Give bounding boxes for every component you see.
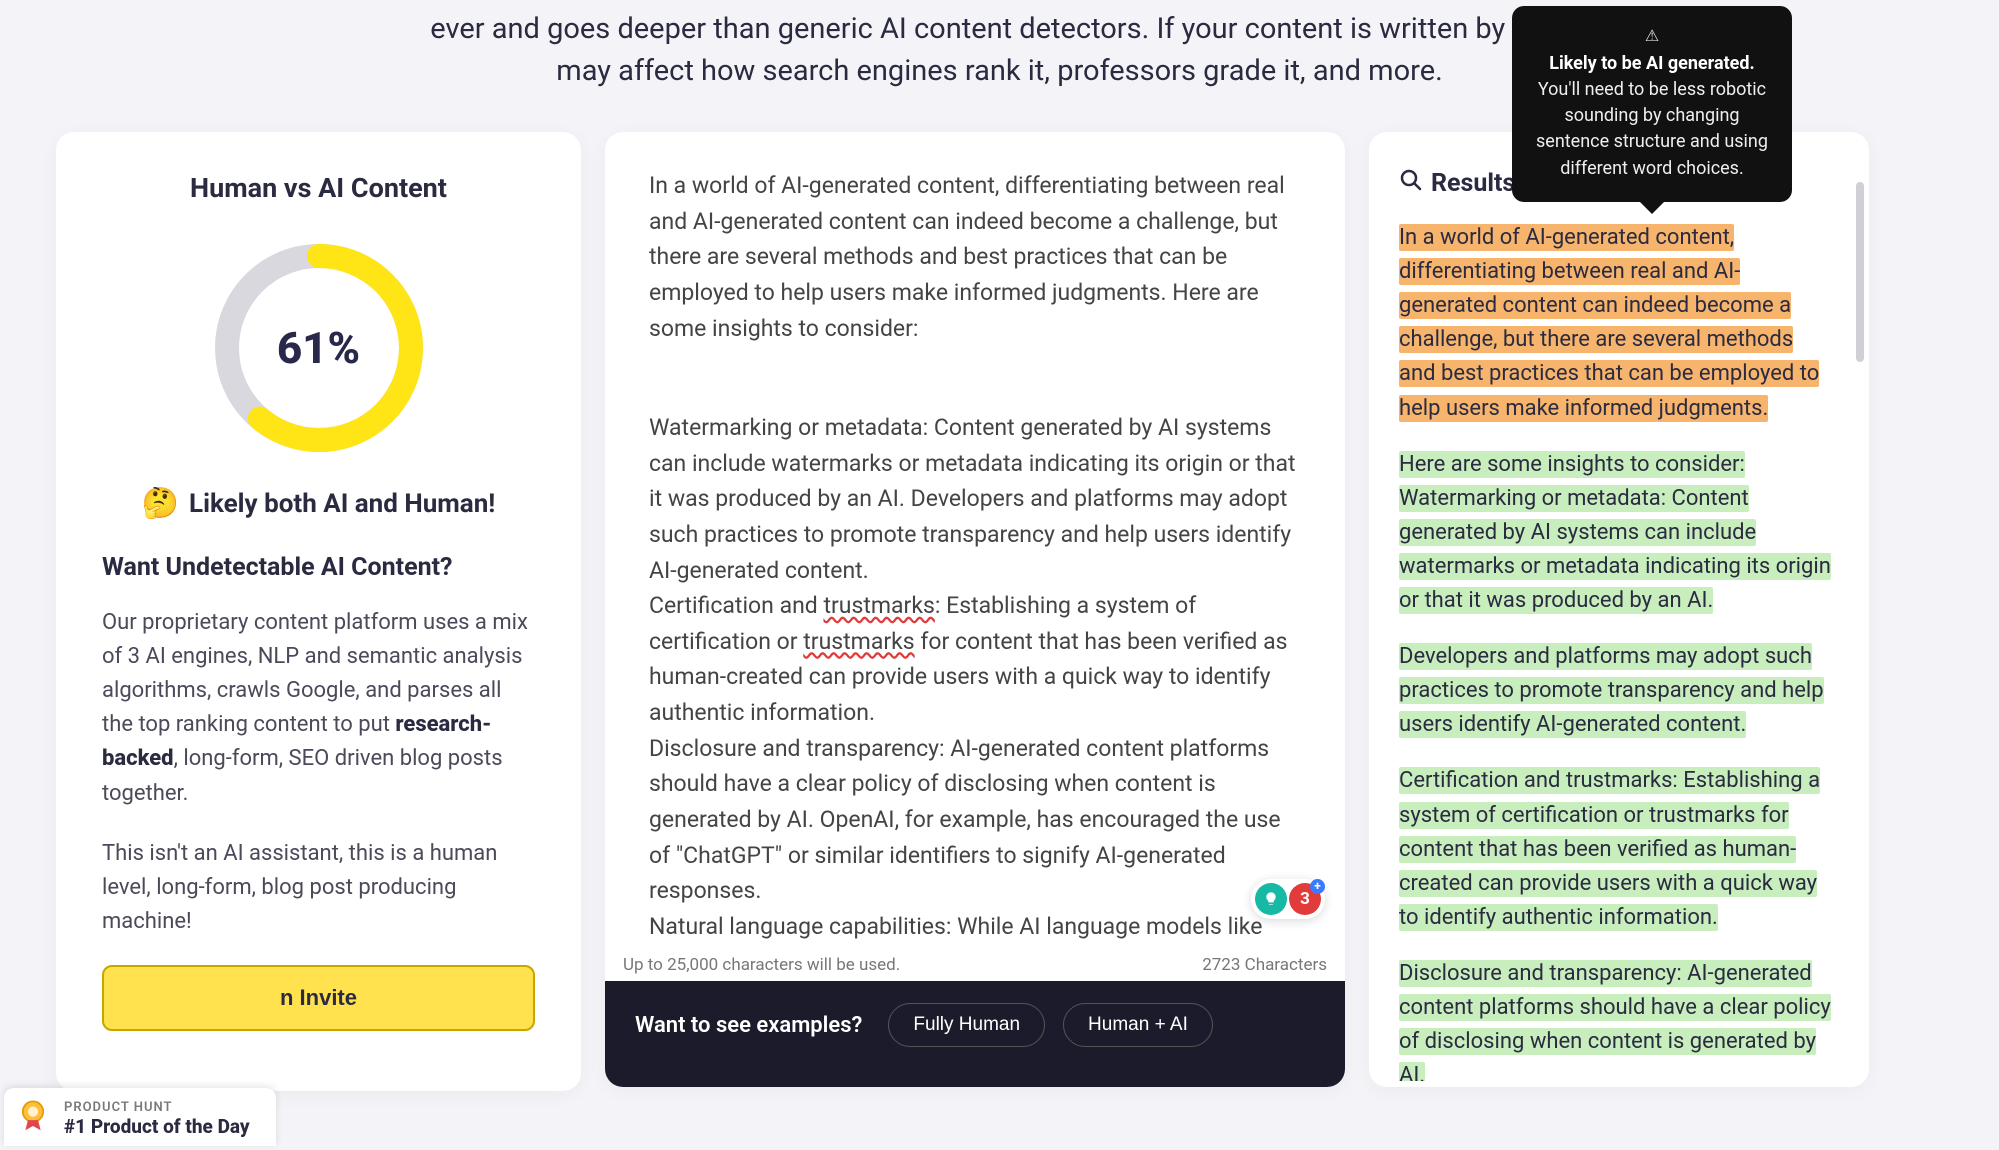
result-segment-ai[interactable]: In a world of AI-generated content, diff… [1399, 224, 1819, 421]
undetectable-heading: Want Undetectable AI Content? [102, 553, 535, 582]
hero-line-2: may affect how search engines rank it, p… [556, 54, 1442, 88]
content-textarea[interactable]: In a world of AI-generated content, diff… [605, 132, 1345, 949]
product-hunt-badge[interactable]: PRODUCT HUNT #1 Product of the Day [4, 1088, 276, 1146]
lightbulb-icon[interactable] [1255, 883, 1287, 915]
search-icon [1399, 168, 1423, 199]
assistant-bubble[interactable]: 3 [1251, 879, 1325, 919]
char-count: 2723 Characters [1202, 955, 1327, 975]
promo-paragraph-1: Our proprietary content platform uses a … [102, 606, 535, 811]
editor-p2-a: Watermarking or metadata: Content genera… [649, 414, 1296, 619]
promo-paragraph-2: This isn't an AI assistant, this is a hu… [102, 837, 535, 939]
verdict-line: 🤔 Likely both AI and Human! [102, 486, 535, 521]
warning-icon: ⚠ [1532, 24, 1772, 47]
ph-line-2: #1 Product of the Day [64, 1115, 250, 1138]
hero-line-1: ever and goes deeper than generic AI con… [430, 12, 1568, 46]
score-heading: Human vs AI Content [102, 172, 535, 204]
score-donut: 61% [209, 238, 429, 458]
character-bar: Up to 25,000 characters will be used. 27… [605, 949, 1345, 981]
editor-card: In a world of AI-generated content, diff… [605, 132, 1345, 1087]
score-percent: 61% [209, 238, 429, 458]
results-body[interactable]: In a world of AI-generated content, diff… [1399, 221, 1839, 1081]
result-segment-human[interactable]: Here are some insights to consider: Wate… [1399, 451, 1831, 614]
spellcheck-underline[interactable]: trustmarks [823, 592, 934, 619]
examples-bar: Want to see examples? Fully Human Human … [605, 981, 1345, 1087]
ph-line-1: PRODUCT HUNT [64, 1100, 250, 1115]
verdict-text: Likely both AI and Human! [189, 489, 495, 519]
tooltip-title: Likely to be AI generated. [1549, 53, 1755, 74]
suggestion-count-icon[interactable]: 3 [1289, 883, 1321, 915]
result-segment-human[interactable]: Developers and platforms may adopt such … [1399, 643, 1824, 738]
invite-button[interactable]: n Invite [102, 965, 535, 1031]
examples-lead: Want to see examples? [635, 1013, 862, 1038]
ai-likelihood-tooltip: ⚠ Likely to be AI generated. You'll need… [1512, 6, 1792, 202]
result-segment-human[interactable]: Disclosure and transparency: AI-generate… [1399, 960, 1831, 1081]
char-limit-note: Up to 25,000 characters will be used. [623, 955, 900, 975]
medal-icon [16, 1098, 50, 1132]
editor-p2-c: for content that has been verified as hu… [649, 628, 1287, 940]
score-card: Human vs AI Content 61% 🤔 Likely both AI… [56, 132, 581, 1091]
tooltip-body: You'll need to be less robotic sounding … [1536, 79, 1768, 178]
example-human-ai-button[interactable]: Human + AI [1063, 1003, 1213, 1047]
editor-paragraph-2: Watermarking or metadata: Content genera… [649, 374, 1301, 944]
thinking-face-icon: 🤔 [142, 486, 179, 521]
result-segment-human[interactable]: Certification and trustmarks: Establishi… [1399, 767, 1820, 930]
results-card: Results In a world of AI-generated conte… [1369, 132, 1869, 1087]
results-heading-text: Results [1431, 169, 1515, 198]
editor-paragraph-1: In a world of AI-generated content, diff… [649, 168, 1301, 346]
spellcheck-underline[interactable]: trustmarks [803, 628, 914, 655]
example-fully-human-button[interactable]: Fully Human [888, 1003, 1045, 1047]
